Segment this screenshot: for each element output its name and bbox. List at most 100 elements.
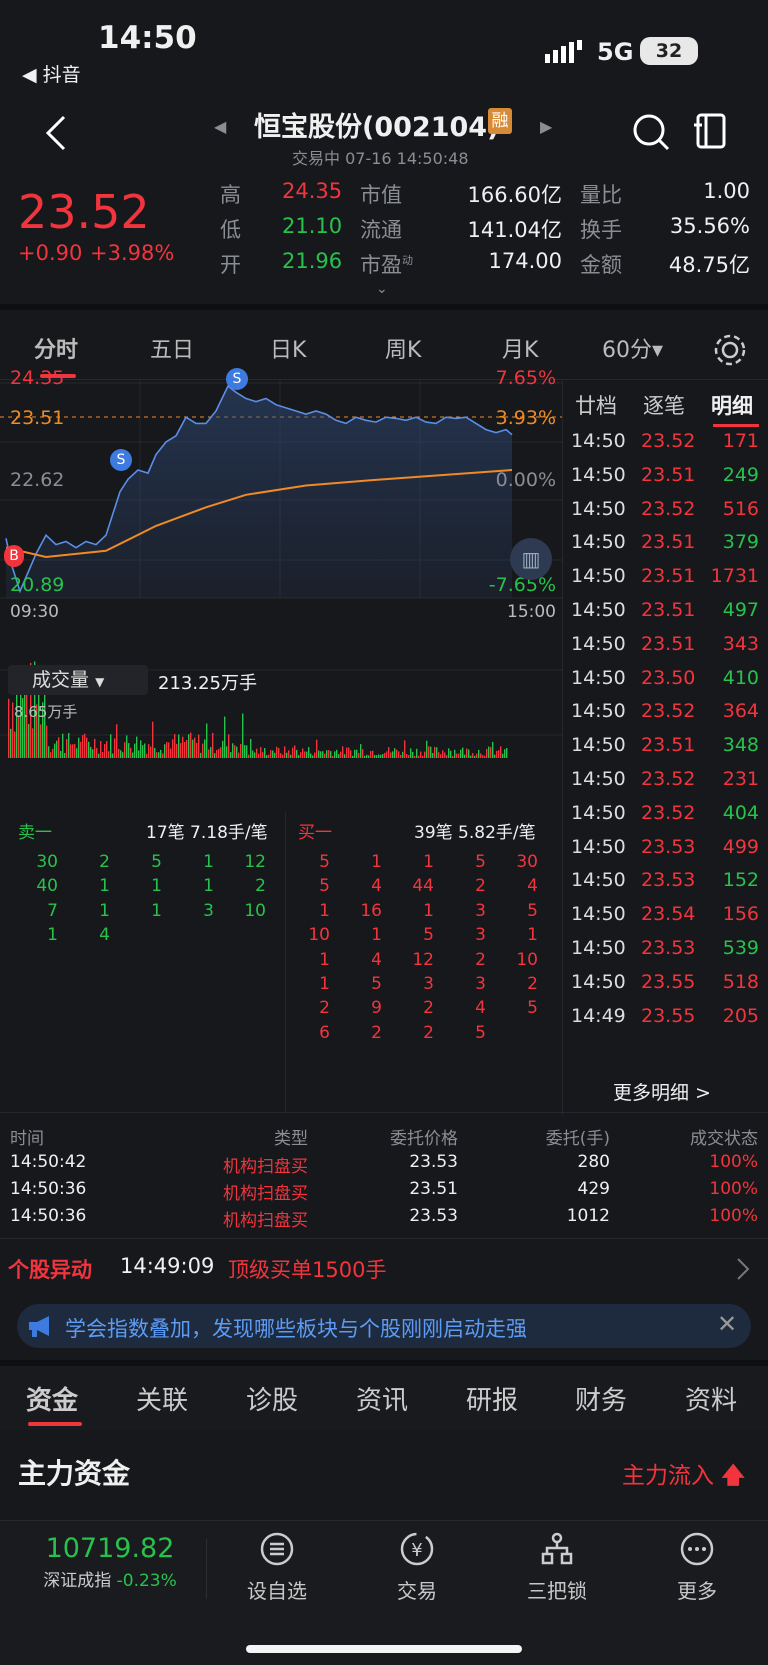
volume-bar — [452, 756, 454, 758]
tab-research[interactable]: 研报 — [466, 1380, 518, 1417]
nav-more[interactable]: 更多 — [642, 1531, 752, 1604]
stock-alert[interactable]: 个股异动 14:49:09 顶级买单1500手 — [0, 1238, 768, 1294]
volume-bar — [378, 754, 380, 758]
back-to-app[interactable]: ◀ 抖音 — [22, 60, 81, 87]
index-ticker[interactable]: 10719.82 深证成指 -0.23% — [20, 1533, 200, 1591]
capital-inflow-label[interactable]: 主力流入 🡅 — [622, 1456, 745, 1498]
tab-monthly-k[interactable]: 月K — [502, 332, 538, 364]
volume-bar — [318, 750, 320, 758]
buy-queue-cell: 1 — [319, 974, 330, 994]
volume-bar — [114, 738, 116, 758]
price-chart-svg[interactable] — [0, 380, 562, 800]
volume-bar — [92, 749, 94, 758]
volume-bar — [310, 753, 312, 758]
sell-queue-cell: 1 — [99, 900, 110, 921]
y-label-high: 24.35 — [10, 367, 65, 389]
volume-bar — [166, 742, 168, 758]
sell-queue-cell: 2 — [99, 852, 110, 872]
volume-bar — [28, 723, 30, 758]
tab-capital[interactable]: 资金 — [26, 1380, 78, 1417]
volume-bar — [78, 737, 80, 758]
big-order-table: 时间 类型 委托价格 委托(手) 成交状态 14:50:42 机构扫盘买 23.53… — [0, 1112, 768, 1240]
search-icon[interactable] — [632, 113, 670, 151]
tab-tick-by-tick[interactable]: 逐笔 — [643, 390, 685, 420]
volume-indicator-select[interactable]: 成交量 ▼ — [8, 665, 148, 695]
buy-queue-cell: 2 — [371, 1022, 382, 1043]
next-stock-icon[interactable]: ▶ — [540, 117, 552, 136]
close-icon[interactable]: ✕ — [717, 1310, 737, 1338]
intraday-chart[interactable]: 24.35 23.51 22.62 20.89 7.65% 3.93% 0.00… — [0, 367, 562, 800]
battery-level: 32 — [655, 40, 683, 62]
tab-news[interactable]: 资讯 — [356, 1380, 408, 1417]
tab-intraday[interactable]: 分时 — [34, 332, 78, 364]
volume-bar — [72, 744, 74, 758]
label-high: 高 — [220, 183, 241, 207]
volume-bar — [324, 753, 326, 758]
tab-five-day[interactable]: 五日 — [150, 332, 194, 364]
volume-bar — [386, 751, 388, 758]
sell-marker-2[interactable]: S — [226, 368, 248, 390]
nav-trade[interactable]: ¥ 交易 — [362, 1531, 472, 1604]
volume-bar — [142, 745, 144, 758]
order-price: 23.53 — [409, 1152, 458, 1172]
volume-bar — [464, 754, 466, 758]
expand-chevron-icon[interactable]: ⌄ — [376, 281, 388, 297]
tab-profile[interactable]: 资料 — [685, 1380, 737, 1417]
trade-row: 14:50 23.52 404 — [563, 802, 768, 838]
volume-bar — [54, 743, 56, 758]
buy-queue-cell: 5 — [475, 1022, 486, 1043]
buy-marker[interactable]: B — [4, 545, 24, 567]
trade-row: 14:50 23.53 152 — [563, 869, 768, 905]
nav-trade-label: 交易 — [397, 1579, 437, 1603]
volume-bar — [294, 745, 296, 758]
tab-detail[interactable]: 明细 — [711, 390, 753, 420]
buy-queue-cell: 1 — [423, 900, 434, 921]
trade-row: 14:50 23.51 497 — [563, 599, 768, 635]
tab-weekly-k[interactable]: 周K — [385, 332, 421, 364]
tab-finance[interactable]: 财务 — [575, 1380, 627, 1417]
tip-text: 学会指数叠加，发现哪些板块与个股刚刚启动走强 — [65, 1317, 527, 1341]
volume-bar — [352, 755, 354, 758]
trade-volume: 205 — [722, 1004, 759, 1027]
buy-queue-cell: 4 — [527, 876, 538, 897]
volume-bar — [396, 749, 398, 758]
buy-queue-cell: 3 — [475, 925, 486, 946]
volume-bar — [186, 740, 188, 758]
home-indicator — [246, 1645, 522, 1653]
nav-three-locks[interactable]: 三把锁 — [502, 1531, 612, 1604]
prev-stock-icon[interactable]: ◀ — [214, 117, 226, 136]
notebook-float-icon[interactable]: ▥ — [510, 538, 552, 580]
volume-bar — [258, 753, 260, 758]
volume-bar — [434, 746, 436, 758]
volume-bar — [346, 747, 348, 758]
tab-level20[interactable]: 廿档 — [575, 390, 617, 420]
buy-queue-cell: 5 — [423, 925, 434, 946]
tip-banner[interactable]: 学会指数叠加，发现哪些板块与个股刚刚启动走强 ✕ — [17, 1304, 751, 1348]
svg-text:¥: ¥ — [411, 1540, 422, 1561]
volume-bar — [210, 747, 212, 758]
tab-related[interactable]: 关联 — [136, 1380, 188, 1417]
volume-bar — [98, 753, 100, 758]
tab-60min[interactable]: 60分▾ — [602, 332, 663, 364]
settings-gear-icon[interactable] — [712, 332, 748, 368]
more-detail-link[interactable]: 更多明细 > — [613, 1078, 711, 1105]
back-chevron-icon[interactable] — [44, 115, 68, 151]
volume-bar — [504, 749, 506, 758]
volume-bar — [168, 742, 170, 758]
volume-bar — [412, 752, 414, 758]
volume-bar — [492, 741, 494, 758]
pct-label-high: 7.65% — [495, 367, 556, 389]
trade-price: 23.52 — [641, 801, 696, 824]
volume-bar — [426, 740, 428, 758]
notebook-icon[interactable] — [692, 111, 728, 151]
nav-watchlist[interactable]: 设自选 — [222, 1531, 332, 1604]
volume-bar — [226, 746, 228, 758]
buy-queue-cell: 1 — [319, 900, 330, 921]
tab-daily-k[interactable]: 日K — [270, 332, 306, 364]
sell-marker-1[interactable]: S — [110, 449, 132, 471]
trade-row: 14:49 23.55 205 — [563, 1005, 768, 1041]
tab-diagnosis[interactable]: 诊股 — [246, 1380, 298, 1417]
capital-section: 主力资金 主力流入 🡅 — [0, 1430, 768, 1520]
volume-bar — [266, 755, 268, 758]
order-time: 14:50:36 — [10, 1206, 87, 1226]
